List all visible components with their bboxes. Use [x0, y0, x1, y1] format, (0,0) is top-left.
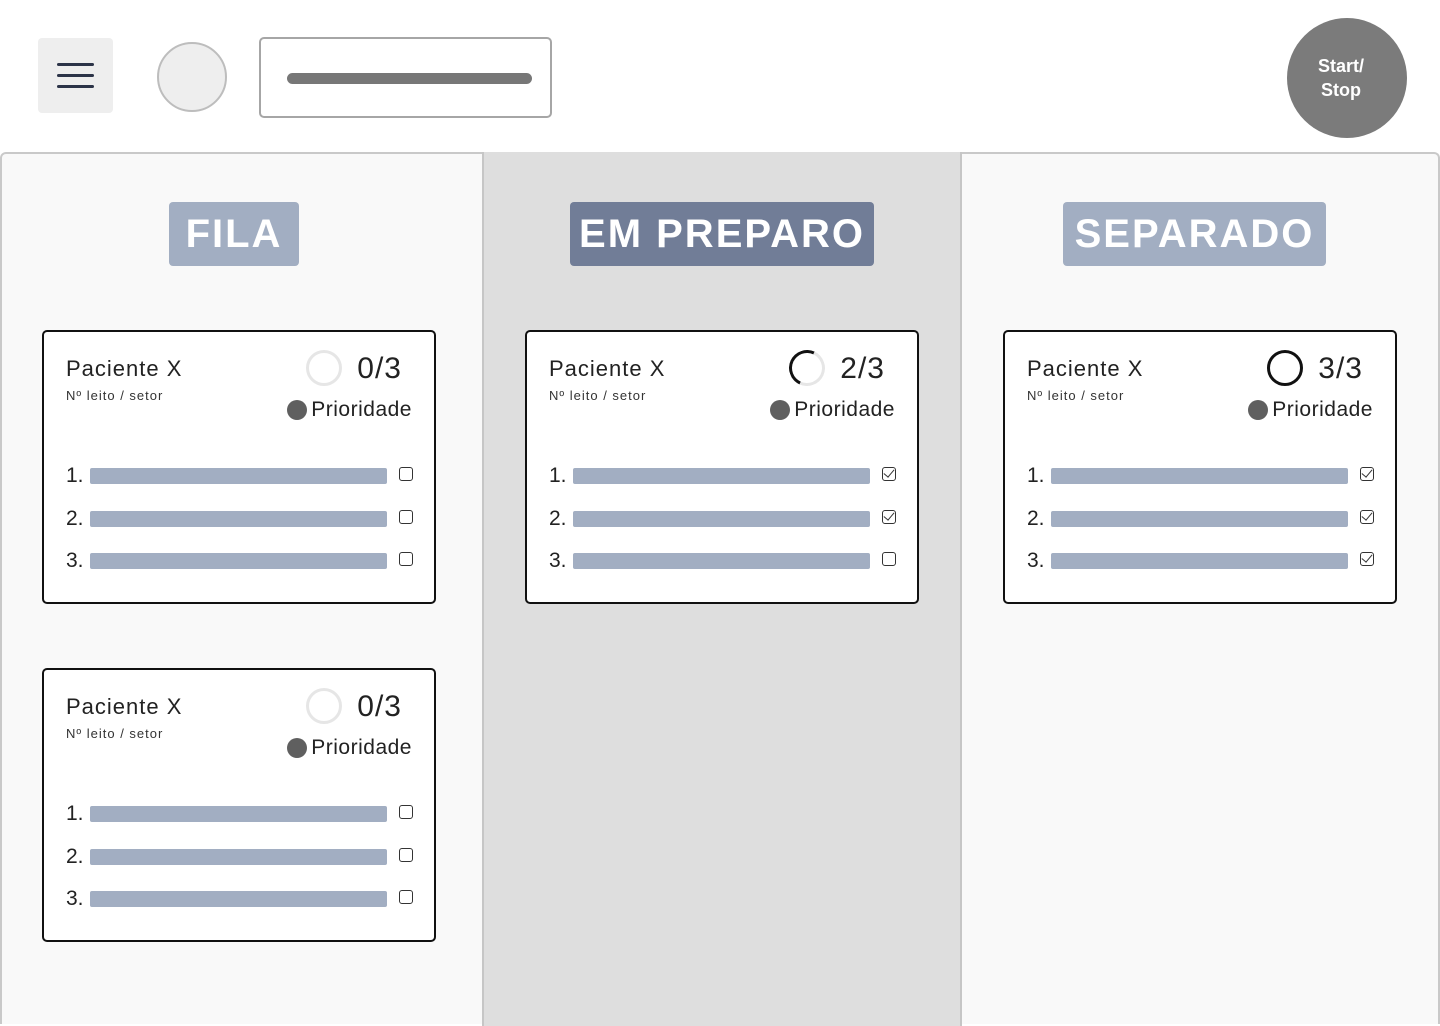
list-item: 1.: [66, 464, 416, 488]
patient-card[interactable]: Paciente X Nº leito / setor 0/3 Priorida…: [42, 330, 436, 604]
item-checkbox-checked[interactable]: [882, 510, 896, 524]
search-placeholder-bar: [287, 73, 532, 84]
list-item: 3.: [66, 887, 416, 911]
item-number: 2.: [66, 507, 84, 530]
item-placeholder-bar: [1051, 553, 1348, 569]
patient-bed: Nº leito / setor: [549, 388, 647, 403]
patient-card[interactable]: Paciente X Nº leito / setor 2/3 Priorida…: [525, 330, 919, 604]
priority-dot-icon: [1248, 400, 1269, 420]
list-item: 2.: [549, 507, 899, 531]
list-item: 3.: [66, 549, 416, 573]
item-placeholder-bar: [90, 891, 387, 907]
progress-count: 0/3: [357, 690, 402, 723]
patient-name: Paciente X: [549, 356, 666, 381]
item-number: 3.: [549, 549, 567, 572]
patient-bed: Nº leito / setor: [66, 726, 164, 741]
column-separado: SEPARADO Paciente X Nº leito / setor 3/3…: [962, 154, 1440, 1026]
item-number: 1.: [1027, 464, 1045, 487]
progress-ring-icon: [306, 350, 342, 386]
item-placeholder-bar: [90, 849, 387, 865]
item-checkbox-checked[interactable]: [1360, 467, 1374, 481]
progress-ring-icon: [1267, 350, 1303, 386]
kanban-board: FILA Paciente X Nº leito / setor 0/3 Pri…: [0, 152, 1440, 1026]
patient-card[interactable]: Paciente X Nº leito / setor 3/3 Priorida…: [1003, 330, 1397, 604]
priority-badge: Prioridade: [1248, 398, 1373, 422]
avatar[interactable]: [157, 42, 227, 112]
item-placeholder-bar: [90, 806, 387, 822]
menu-line: [57, 74, 94, 77]
item-placeholder-bar: [90, 468, 387, 484]
priority-label: Prioridade: [311, 736, 412, 759]
list-item: 3.: [1027, 549, 1377, 573]
list-item: 2.: [66, 507, 416, 531]
item-checkbox[interactable]: [399, 552, 413, 566]
item-number: 2.: [549, 507, 567, 530]
item-number: 3.: [1027, 549, 1045, 572]
item-checkbox-checked[interactable]: [1360, 510, 1374, 524]
item-number: 1.: [66, 802, 84, 825]
item-placeholder-bar: [1051, 468, 1348, 484]
item-number: 1.: [549, 464, 567, 487]
item-number: 3.: [66, 887, 84, 910]
item-placeholder-bar: [1051, 511, 1348, 527]
patient-name: Paciente X: [66, 356, 183, 381]
priority-badge: Prioridade: [287, 736, 412, 760]
item-placeholder-bar: [90, 511, 387, 527]
item-checkbox[interactable]: [399, 510, 413, 524]
progress-count: 3/3: [1318, 352, 1363, 385]
item-checkbox[interactable]: [399, 848, 413, 862]
start-stop-button[interactable]: Start/ Stop: [1287, 18, 1407, 138]
patient-bed: Nº leito / setor: [66, 388, 164, 403]
list-item: 2.: [66, 845, 416, 869]
progress-ring-icon: [783, 344, 831, 392]
menu-line: [57, 85, 94, 88]
item-number: 2.: [1027, 507, 1045, 530]
item-placeholder-bar: [573, 511, 870, 527]
item-checkbox[interactable]: [399, 805, 413, 819]
item-checkbox[interactable]: [399, 467, 413, 481]
priority-badge: Prioridade: [287, 398, 412, 422]
search-input[interactable]: [259, 37, 552, 118]
patient-name: Paciente X: [1027, 356, 1144, 381]
column-fila: FILA Paciente X Nº leito / setor 0/3 Pri…: [2, 154, 482, 1026]
priority-label: Prioridade: [794, 398, 895, 421]
item-number: 3.: [66, 549, 84, 572]
column-title: SEPARADO: [1063, 202, 1326, 266]
list-item: 1.: [1027, 464, 1377, 488]
progress-ring-icon: [306, 688, 342, 724]
patient-name: Paciente X: [66, 694, 183, 719]
priority-dot-icon: [287, 738, 308, 758]
priority-badge: Prioridade: [770, 398, 895, 422]
priority-label: Prioridade: [311, 398, 412, 421]
list-item: 1.: [549, 464, 899, 488]
list-item: 2.: [1027, 507, 1377, 531]
start-stop-label: Start/ Stop: [1317, 56, 1364, 100]
item-checkbox-checked[interactable]: [882, 467, 896, 481]
progress-count: 0/3: [357, 352, 402, 385]
column-em-preparo: EM PREPARO Paciente X Nº leito / setor 2…: [482, 152, 962, 1026]
item-placeholder-bar: [573, 468, 870, 484]
priority-dot-icon: [770, 400, 791, 420]
top-bar: Start/ Stop: [0, 0, 1440, 152]
item-checkbox[interactable]: [882, 552, 896, 566]
patient-card[interactable]: Paciente X Nº leito / setor 0/3 Priorida…: [42, 668, 436, 942]
progress-count: 2/3: [840, 352, 885, 385]
item-checkbox-checked[interactable]: [1360, 552, 1374, 566]
column-title: EM PREPARO: [570, 202, 874, 266]
hamburger-menu-icon[interactable]: [38, 38, 113, 113]
item-number: 2.: [66, 845, 84, 868]
list-item: 3.: [549, 549, 899, 573]
priority-dot-icon: [287, 400, 308, 420]
column-title: FILA: [169, 202, 299, 266]
item-placeholder-bar: [90, 553, 387, 569]
item-number: 1.: [66, 464, 84, 487]
patient-bed: Nº leito / setor: [1027, 388, 1125, 403]
item-checkbox[interactable]: [399, 890, 413, 904]
priority-label: Prioridade: [1272, 398, 1373, 421]
list-item: 1.: [66, 802, 416, 826]
menu-line: [57, 63, 94, 66]
item-placeholder-bar: [573, 553, 870, 569]
